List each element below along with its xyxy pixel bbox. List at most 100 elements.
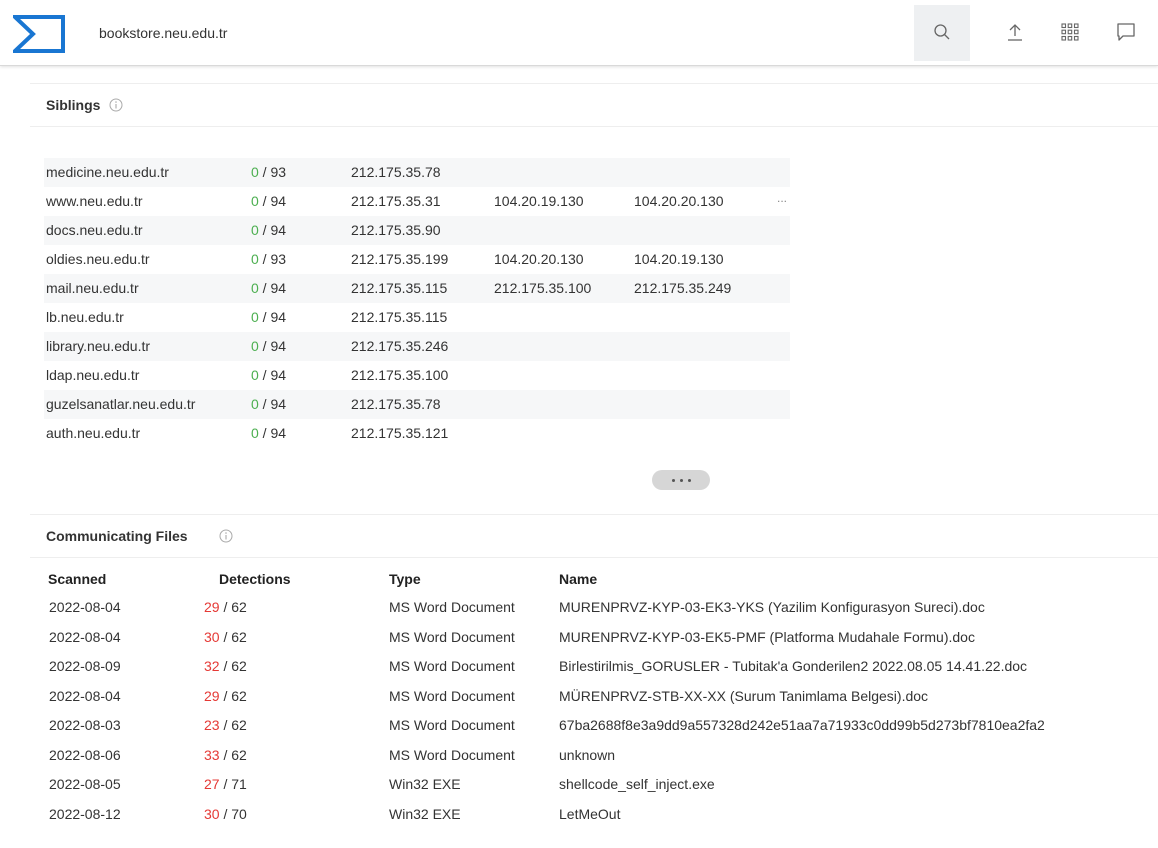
detection-separator: / <box>258 396 271 412</box>
table-row[interactable]: library.neu.edu.tr 0 / 94 212.175.35.246 <box>44 332 790 361</box>
detection-ratio: 30 / 70 <box>204 806 247 822</box>
info-icon[interactable] <box>219 529 233 543</box>
top-bar: bookstore.neu.edu.tr <box>0 0 1158 66</box>
search-url-input[interactable]: bookstore.neu.edu.tr <box>99 25 227 41</box>
column-header-detections[interactable]: Detections <box>219 571 291 587</box>
column-header-scanned[interactable]: Scanned <box>48 571 106 587</box>
virustotal-logo-icon[interactable] <box>9 15 65 53</box>
ip-address-link[interactable]: 104.20.19.130 <box>494 193 584 209</box>
column-header-type[interactable]: Type <box>389 571 421 587</box>
ip-address-link[interactable]: 212.175.35.31 <box>351 193 441 209</box>
detection-count: 0 <box>251 222 259 238</box>
ip-address-link[interactable]: 212.175.35.115 <box>351 309 447 325</box>
file-type: MS Word Document <box>389 687 515 704</box>
detection-count: 30 <box>204 805 220 822</box>
ip-address-link[interactable]: 104.20.20.130 <box>634 193 724 209</box>
column-header-name[interactable]: Name <box>559 571 597 587</box>
detection-total: 62 <box>231 746 247 763</box>
info-icon[interactable] <box>109 98 123 112</box>
sibling-domain-link[interactable]: www.neu.edu.tr <box>46 193 143 209</box>
communicating-files-title: Communicating Files <box>46 528 188 544</box>
search-button[interactable] <box>914 5 970 61</box>
table-row[interactable]: 2022-08-12 30 / 70 Win32 EXE LetMeOut <box>44 800 1154 830</box>
table-row[interactable]: 2022-08-05 27 / 71 Win32 EXE shellcode_self… <box>44 770 1154 800</box>
file-type: MS Word Document <box>389 599 515 615</box>
table-row[interactable]: 2022-08-09 32 / 62 MS Word Document Birlest… <box>44 652 1154 682</box>
table-row[interactable]: docs.neu.edu.tr 0 / 94 212.175.35.90 <box>44 216 790 245</box>
detection-count: 29 <box>204 599 220 615</box>
detection-ratio: 0 / 94 <box>251 193 286 209</box>
table-row[interactable]: medicine.neu.edu.tr 0 / 93 212.175.35.78 <box>44 158 790 187</box>
table-row[interactable]: mail.neu.edu.tr 0 / 94 212.175.35.115 212.1… <box>44 274 790 303</box>
sibling-domain-link[interactable]: ldap.neu.edu.tr <box>46 367 139 383</box>
detection-separator: / <box>219 599 232 615</box>
detection-ratio: 27 / 71 <box>204 776 247 792</box>
table-row[interactable]: 2022-08-03 23 / 62 MS Word Document 67ba268… <box>44 711 1154 741</box>
files-table-header: Scanned Detections Type Name <box>48 571 1148 587</box>
table-row[interactable]: 2022-08-06 33 / 62 MS Word Document unknown <box>44 741 1154 771</box>
chat-icon <box>1115 21 1137 46</box>
detection-count: 29 <box>204 687 220 704</box>
table-row[interactable]: guzelsanatlar.neu.edu.tr 0 / 94 212.175.35… <box>44 390 790 419</box>
file-name-link[interactable]: MURENPRVZ-KYP-03-EK5-PMF (Platforma Muda… <box>559 629 975 645</box>
detection-separator: / <box>258 164 271 180</box>
apps-button[interactable] <box>1042 5 1098 61</box>
table-row[interactable]: auth.neu.edu.tr 0 / 94 212.175.35.121 <box>44 419 790 448</box>
table-row[interactable]: 2022-08-04 29 / 62 MS Word Document MURENPR… <box>44 593 1154 623</box>
detection-count: 0 <box>251 164 259 180</box>
more-ips-indicator[interactable]: ... <box>777 191 787 205</box>
file-name-link[interactable]: Birlestirilmis_GORUSLER - Tubitak'a Gond… <box>559 658 1027 674</box>
ip-address-link[interactable]: 212.175.35.78 <box>351 396 441 412</box>
detection-separator: / <box>258 425 271 441</box>
table-row[interactable]: lb.neu.edu.tr 0 / 94 212.175.35.115 <box>44 303 790 332</box>
detection-ratio: 0 / 94 <box>251 222 286 238</box>
scanned-date: 2022-08-04 <box>49 687 121 704</box>
ip-address-link[interactable]: 212.175.35.100 <box>494 280 591 296</box>
sibling-domain-link[interactable]: oldies.neu.edu.tr <box>46 251 150 267</box>
file-name-link[interactable]: shellcode_self_inject.exe <box>559 776 715 792</box>
file-name-link[interactable]: 67ba2688f8e3a9dd9a557328d242e51aa7a71933… <box>559 717 1045 733</box>
detection-total: 94 <box>270 425 287 441</box>
ip-address-link[interactable]: 212.175.35.100 <box>351 367 448 383</box>
upload-button[interactable] <box>987 5 1043 61</box>
detection-separator: / <box>258 338 271 354</box>
detection-total: 93 <box>270 251 287 267</box>
file-name-link[interactable]: LetMeOut <box>559 806 620 822</box>
sibling-domain-link[interactable]: medicine.neu.edu.tr <box>46 164 169 180</box>
ip-address-link[interactable]: 212.175.35.249 <box>634 280 731 296</box>
file-name-link[interactable]: MÜRENPRVZ-STB-XX-XX (Surum Tanimlama Bel… <box>559 688 928 704</box>
ip-address-link[interactable]: 212.175.35.78 <box>351 164 441 180</box>
table-row[interactable]: oldies.neu.edu.tr 0 / 93 212.175.35.199 104… <box>44 245 790 274</box>
file-name-link[interactable]: unknown <box>559 747 615 763</box>
sibling-domain-link[interactable]: library.neu.edu.tr <box>46 338 150 354</box>
file-name-link[interactable]: MURENPRVZ-KYP-03-EK3-YKS (Yazilim Konfig… <box>559 599 985 615</box>
table-row[interactable]: ldap.neu.edu.tr 0 / 94 212.175.35.100 <box>44 361 790 390</box>
ip-address-link[interactable]: 212.175.35.199 <box>351 251 448 267</box>
sibling-domain-link[interactable]: lb.neu.edu.tr <box>46 309 124 325</box>
detection-total: 94 <box>270 396 287 412</box>
sibling-domain-link[interactable]: docs.neu.edu.tr <box>46 222 143 238</box>
table-row[interactable]: 2022-08-04 29 / 62 MS Word Document MÜRENPR… <box>44 682 1154 712</box>
ip-address-link[interactable]: 212.175.35.121 <box>351 425 448 441</box>
file-type: MS Word Document <box>389 717 515 733</box>
ip-address-link[interactable]: 212.175.35.115 <box>351 280 447 296</box>
communicating-files-table: 2022-08-04 29 / 62 MS Word Document MURENPR… <box>44 593 1154 829</box>
sibling-domain-link[interactable]: auth.neu.edu.tr <box>46 425 140 441</box>
detection-total: 94 <box>270 338 287 354</box>
sibling-domain-link[interactable]: mail.neu.edu.tr <box>46 280 139 296</box>
table-row[interactable]: 2022-08-04 30 / 62 MS Word Document MURENPR… <box>44 623 1154 653</box>
detection-count: 0 <box>251 309 259 325</box>
chat-button[interactable] <box>1098 5 1154 61</box>
ip-address-link[interactable]: 104.20.20.130 <box>494 251 584 267</box>
detection-ratio: 0 / 94 <box>251 396 286 412</box>
file-type: Win32 EXE <box>389 805 461 822</box>
sibling-domain-link[interactable]: guzelsanatlar.neu.edu.tr <box>46 396 195 412</box>
detection-ratio: 0 / 94 <box>251 338 286 354</box>
detection-separator: / <box>219 687 232 704</box>
ip-address-link[interactable]: 104.20.19.130 <box>634 251 724 267</box>
ip-address-link[interactable]: 212.175.35.90 <box>351 222 441 238</box>
communicating-files-section-header: Communicating Files <box>30 514 1158 558</box>
more-siblings-button[interactable] <box>652 470 710 490</box>
ip-address-link[interactable]: 212.175.35.246 <box>351 338 448 354</box>
table-row[interactable]: www.neu.edu.tr 0 / 94 212.175.35.31 104.20.… <box>44 187 790 216</box>
